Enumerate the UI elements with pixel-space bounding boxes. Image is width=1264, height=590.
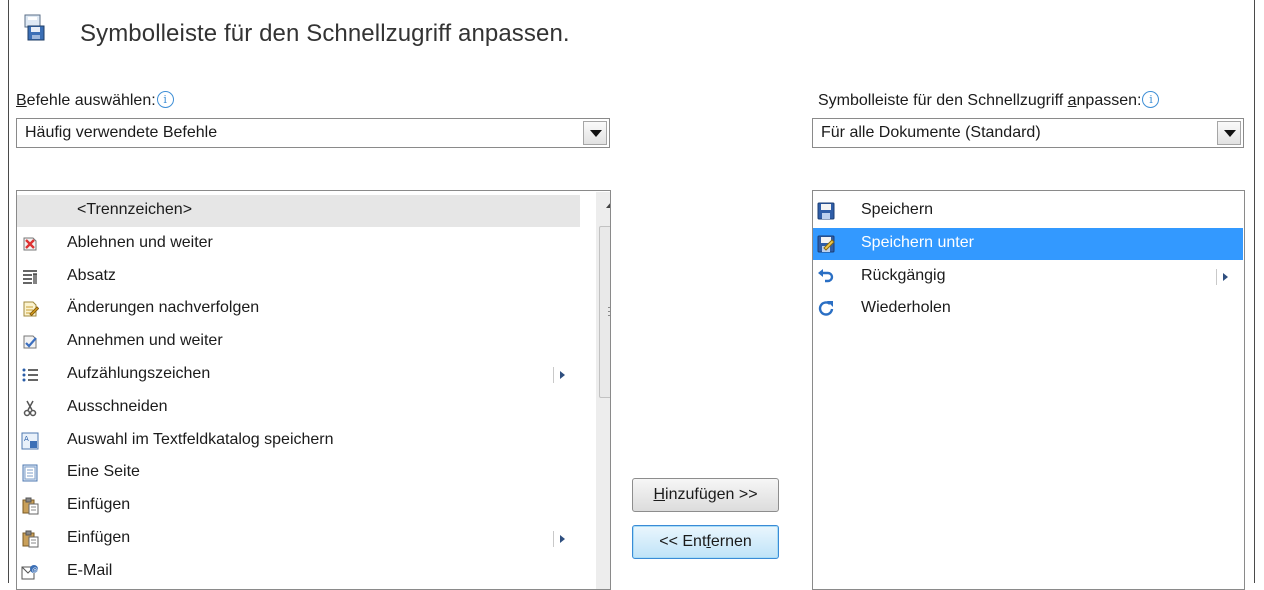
commands-label: Befehle auswählen: i	[16, 91, 174, 110]
toolbar-commands-list[interactable]: Speichern Speichern unter Rückgängig Wieder…	[812, 190, 1245, 590]
commands-dropdown[interactable]: Häufig verwendete Befehle	[16, 118, 610, 148]
page-title: Symbolleiste für den Schnellzugriff anpa…	[80, 20, 570, 47]
window-border-right	[1254, 0, 1255, 583]
list-item-label: Speichern unter	[861, 233, 974, 251]
list-item[interactable]: Eine Seite	[17, 457, 580, 489]
bullets-icon	[21, 366, 39, 384]
list-item[interactable]: Wiederholen	[813, 293, 1243, 325]
document-scope-dropdown[interactable]: Für alle Dokumente (Standard)	[812, 118, 1244, 148]
scroll-thumb[interactable]	[599, 226, 610, 398]
list-item[interactable]: Ausschneiden	[17, 392, 580, 424]
list-item-label: <Trennzeichen>	[77, 201, 193, 218]
save-icon	[817, 202, 835, 220]
list-item-label: Annehmen und weiter	[67, 332, 223, 350]
list-item[interactable]: Annehmen und weiter	[17, 326, 580, 358]
list-item-label: Ablehnen und weiter	[67, 233, 213, 251]
save-as-icon	[817, 235, 835, 253]
list-item-label: Änderungen nachverfolgen	[67, 299, 260, 317]
window-border-left	[8, 0, 9, 583]
reject-change-icon	[21, 235, 39, 253]
list-item-label: Absatz	[67, 266, 116, 284]
list-item[interactable]: Speichern	[813, 195, 1243, 227]
list-item-label: Wiederholen	[861, 299, 951, 317]
email-icon: @	[21, 563, 39, 581]
list-item[interactable]: Speichern unter	[813, 227, 1243, 260]
dropdown-arrow-icon[interactable]	[583, 121, 607, 145]
list-item-label: Auswahl im Textfeldkatalog speichern	[67, 430, 334, 448]
list-item[interactable]: Absatz	[17, 261, 580, 293]
paragraph-icon	[21, 268, 39, 286]
list-item[interactable]: Rückgängig	[813, 261, 1243, 293]
submenu-arrow-icon	[553, 367, 565, 383]
grip-icon	[608, 307, 610, 316]
scissors-icon	[21, 399, 39, 417]
list-item[interactable]: Einfügen	[17, 490, 580, 522]
commands-list-scrollbar[interactable]	[596, 192, 610, 589]
list-item-label: Einfügen	[67, 496, 131, 514]
track-changes-icon	[21, 300, 40, 318]
list-item-label: Eine Seite	[67, 463, 140, 481]
dropdown-arrow-icon[interactable]	[1217, 121, 1241, 145]
quick-access-toolbar-icon	[24, 14, 45, 41]
list-item-label: Einfügen	[67, 529, 131, 546]
list-item[interactable]: <Trennzeichen>	[17, 195, 580, 227]
customize-toolbar-label: Symbolleiste für den Schnellzugriff anpa…	[818, 91, 1160, 110]
scroll-up-arrow-icon[interactable]	[596, 192, 610, 220]
textbox-gallery-icon: A	[21, 432, 39, 450]
add-button[interactable]: Hinzufügen >>	[632, 478, 779, 512]
undo-icon	[817, 268, 835, 286]
info-icon[interactable]: i	[1142, 91, 1160, 108]
redo-icon	[817, 300, 835, 318]
document-scope-dropdown-value: Für alle Dokumente (Standard)	[821, 124, 1041, 141]
commands-dropdown-value: Häufig verwendete Befehle	[25, 124, 218, 141]
list-item[interactable]: Aufzählungszeichen	[17, 359, 580, 391]
one-page-icon	[21, 464, 39, 482]
remove-button[interactable]: << Entfernen	[632, 525, 779, 559]
list-item[interactable]: A Auswahl im Textfeldkatalog speichern	[17, 425, 580, 457]
list-item-label: Ausschneiden	[67, 397, 168, 415]
paste-icon	[21, 530, 39, 548]
list-item[interactable]: Einfügen	[17, 523, 580, 555]
commands-list[interactable]: <Trennzeichen> Ablehnen und weiter Absatz Ä…	[16, 190, 611, 590]
list-item-label: E-Mail	[67, 561, 113, 579]
accept-change-icon	[21, 333, 39, 351]
svg-text:A: A	[24, 435, 29, 443]
info-icon[interactable]: i	[156, 91, 174, 108]
list-item[interactable]: Ablehnen und weiter	[17, 228, 580, 260]
list-item[interactable]: Änderungen nachverfolgen	[17, 293, 580, 325]
list-item-label: Speichern	[861, 201, 934, 218]
list-item-label: Rückgängig	[861, 266, 946, 284]
list-item-label: Aufzählungszeichen	[67, 365, 211, 382]
submenu-arrow-icon	[1216, 268, 1228, 285]
submenu-arrow-icon	[553, 531, 565, 547]
paste-icon	[21, 497, 39, 515]
svg-text:@: @	[32, 567, 38, 574]
